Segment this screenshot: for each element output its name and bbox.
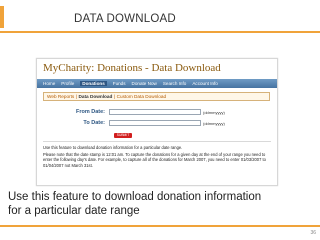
slide-header-rule: [0, 31, 320, 33]
slide-caption: Use this feature to download donation in…: [8, 190, 314, 218]
from-date-input[interactable]: [109, 109, 201, 115]
to-date-row: To Date: (ddmmyyyy): [43, 120, 225, 126]
from-date-row: From Date: (ddmmyyyy): [43, 109, 225, 115]
nav-item-funds[interactable]: Funds: [113, 81, 126, 86]
help-line-2: Please note that the date stamp is 12:01…: [43, 152, 266, 168]
top-nav: Home Profile Donations Funds Donate Now …: [37, 79, 277, 88]
help-text: Use this feature to download donation in…: [43, 145, 271, 168]
caption-line-1: Use this feature to download donation in…: [8, 191, 262, 203]
nav-item-profile[interactable]: Profile: [61, 81, 74, 86]
nav-item-donations[interactable]: Donations: [80, 81, 107, 86]
breadcrumb-web-reports[interactable]: Web Reports: [47, 94, 74, 99]
to-date-label: To Date:: [83, 120, 105, 126]
submit-date-button[interactable]: SUBMIT DATE: [114, 133, 132, 142]
slide-title: DATA DOWNLOAD: [74, 13, 176, 25]
slide-footer-rule: [0, 225, 320, 227]
slide-page-number: 36: [310, 230, 316, 236]
from-date-label: From Date:: [75, 109, 105, 115]
from-date-format-hint: (ddmmyyyy): [203, 109, 225, 115]
nav-item-donate-now[interactable]: Donate Now: [132, 81, 157, 86]
divider: [43, 141, 271, 142]
app-screenshot-panel: MyCharity: Donations - Data Download Hom…: [36, 58, 278, 186]
caption-line-2: for a particular date range: [8, 205, 140, 217]
app-title: MyCharity: Donations - Data Download: [43, 62, 221, 74]
breadcrumb-data-download[interactable]: Data Download: [79, 94, 113, 99]
to-date-format-hint: (ddmmyyyy): [203, 120, 225, 126]
to-date-input[interactable]: [109, 120, 201, 126]
nav-item-search-info[interactable]: Search Info: [163, 81, 187, 86]
nav-item-home[interactable]: Home: [43, 81, 55, 86]
slide-accent-bar: [0, 6, 4, 28]
breadcrumb-separator: |: [75, 94, 77, 99]
help-line-1: Use this feature to download donation in…: [43, 145, 183, 150]
breadcrumb-separator: |: [113, 94, 116, 99]
breadcrumb: Web Reports | Data Download | Custom Dat…: [43, 92, 270, 101]
breadcrumb-custom-data-download[interactable]: Custom Data Download: [117, 94, 167, 99]
nav-item-account-info[interactable]: Account Info: [192, 81, 218, 86]
